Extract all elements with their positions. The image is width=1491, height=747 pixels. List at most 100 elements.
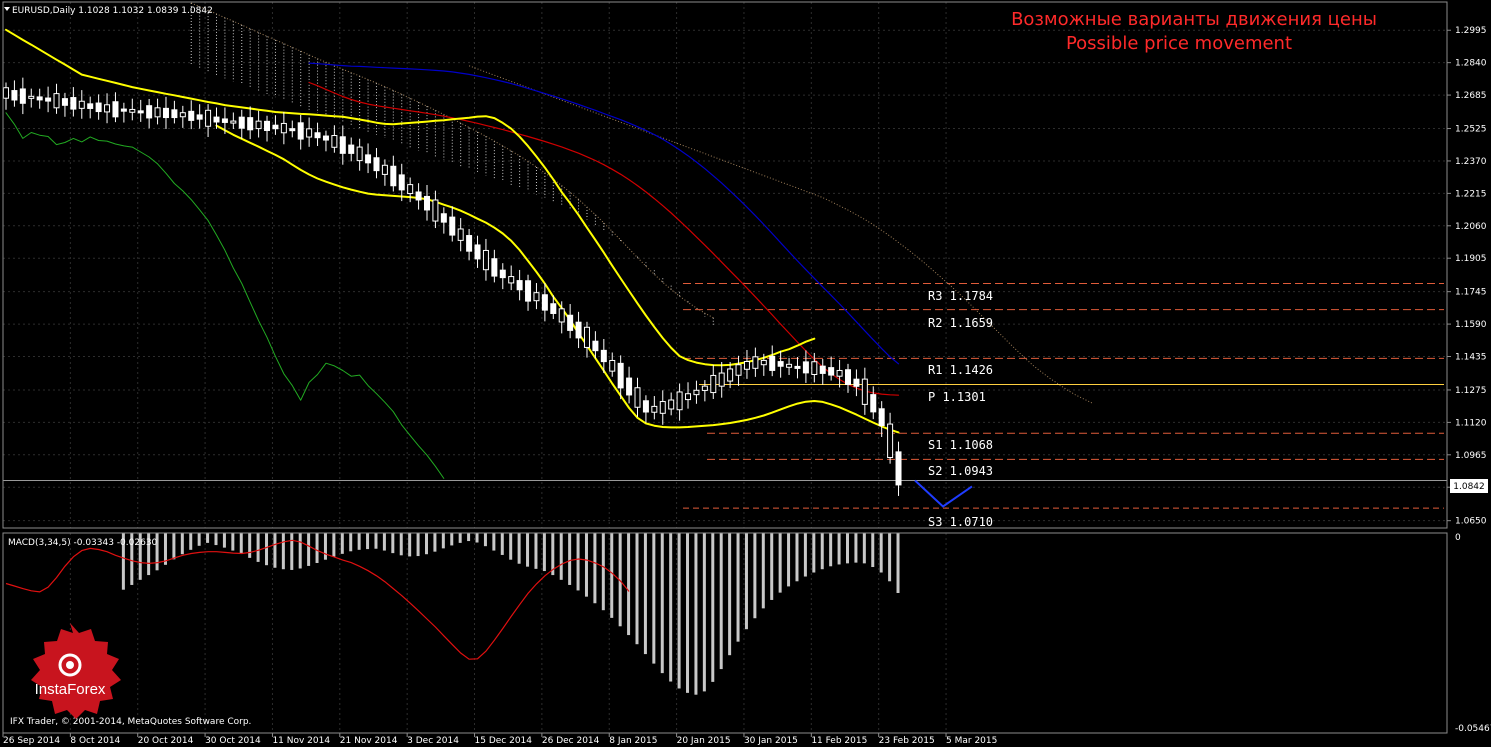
price-tick-label: 1.2685	[1455, 91, 1487, 101]
candle-body	[777, 361, 784, 367]
macd-histogram-bar	[315, 533, 319, 563]
candle-body	[19, 88, 26, 104]
candle-body	[415, 191, 422, 201]
macd-histogram-bar	[265, 533, 269, 566]
candle-body	[870, 394, 877, 413]
macd-histogram-bar	[357, 533, 361, 550]
date-tick-label: 26 Dec 2014	[542, 736, 600, 746]
macd-histogram-bar	[441, 533, 445, 549]
macd-histogram-bar	[222, 533, 226, 548]
macd-histogram-bar	[467, 533, 471, 542]
macd-histogram-bar	[526, 533, 530, 567]
candle-body	[802, 361, 809, 374]
candle-body	[348, 144, 355, 154]
price-tick-label: 1.1590	[1455, 320, 1487, 330]
candle-body	[398, 174, 405, 191]
level-s1: S1 1.1068	[928, 438, 993, 452]
candle-body	[432, 199, 439, 222]
macd-histogram-bar	[408, 533, 412, 557]
candle-body	[718, 372, 725, 387]
current-price-tag: 1.0842	[1450, 479, 1488, 493]
macd-histogram-bar	[366, 533, 370, 550]
candle-body	[61, 98, 68, 106]
macd-histogram-bar	[871, 533, 875, 568]
candle-body	[221, 118, 228, 123]
candle-body	[752, 356, 759, 369]
candle-body	[196, 114, 203, 120]
macd-histogram-bar	[382, 533, 386, 551]
candle-body	[45, 97, 52, 102]
macd-histogram-bar	[694, 533, 698, 695]
candle-body	[583, 326, 590, 348]
candle-body	[129, 108, 136, 113]
level-r1: R1 1.1426	[928, 363, 993, 377]
candle-body	[541, 294, 548, 311]
macd-histogram-bar	[197, 533, 201, 546]
macd-histogram-bar	[534, 533, 538, 569]
candle-body	[238, 116, 245, 129]
price-tick-label: 1.2525	[1455, 125, 1487, 135]
macd-histogram-bar	[728, 533, 732, 656]
macd-histogram-bar	[846, 533, 849, 564]
candle-body	[811, 361, 818, 375]
macd-histogram-bar	[778, 533, 782, 593]
macd-histogram-bar	[803, 533, 807, 577]
macd-histogram-bar	[180, 533, 184, 555]
price-tick-label: 1.1120	[1455, 418, 1487, 428]
candle-body	[558, 308, 565, 323]
macd-histogram-bar	[888, 533, 892, 582]
price-tick-label: 1.0965	[1455, 451, 1487, 461]
candle-body	[743, 361, 750, 370]
candle-body	[255, 120, 262, 130]
symbol-header: EURUSD,Daily 1.1028 1.1032 1.0839 1.0842	[12, 6, 213, 16]
candle-body	[592, 340, 599, 352]
forex-chart: 1.2995 1.2840 1.2685 1.2525 1.2370 1.2215 1.20…	[0, 0, 1491, 747]
candle-body	[626, 377, 633, 396]
candle-body	[339, 136, 346, 154]
candle-body	[162, 107, 169, 119]
candle-body	[70, 97, 77, 110]
date-tick-label: 26 Sep 2014	[3, 736, 60, 746]
candle-body	[651, 405, 658, 413]
chart-title-ru: Возможные варианты движения цены	[1011, 9, 1377, 30]
macd-histogram-bar	[492, 533, 496, 551]
date-tick-label: 30 Oct 2014	[205, 736, 261, 746]
level-p: P 1.1301	[928, 390, 986, 404]
candle-body	[314, 132, 321, 139]
candle-body	[381, 164, 388, 175]
candle-body	[11, 90, 18, 101]
macd-histogram-bar	[256, 533, 260, 562]
candle-body	[516, 280, 523, 291]
macd-histogram-bar	[323, 533, 327, 560]
macd-histogram-bar	[307, 533, 311, 566]
macd-histogram-bar	[761, 533, 765, 609]
candle-body	[407, 184, 414, 195]
candle-body	[205, 109, 212, 127]
level-r3: R3 1.1784	[928, 289, 993, 303]
macd-histogram-bar	[711, 533, 715, 682]
price-tick-label: 1.1905	[1455, 254, 1487, 264]
macd-histogram-bar	[542, 533, 546, 572]
candle-body	[390, 165, 397, 187]
copyright-text: IFX Trader, © 2001-2014, MetaQuotes Soft…	[10, 717, 251, 727]
candle-body	[457, 228, 464, 241]
macd-histogram-bar	[837, 533, 841, 565]
macd-histogram-bar	[458, 533, 462, 543]
candle-body	[819, 365, 826, 374]
candle-body	[331, 135, 338, 148]
candle-body	[264, 120, 271, 131]
macd-histogram-bar	[568, 533, 572, 585]
macd-histogram-bar	[896, 533, 900, 593]
candle-body	[104, 104, 111, 113]
candle-body	[769, 355, 776, 371]
macd-histogram-bar	[290, 533, 294, 570]
candle-body	[642, 400, 649, 413]
candle-body	[120, 108, 127, 112]
candle-body	[474, 244, 481, 260]
macd-histogram-bar	[635, 533, 639, 645]
candle-body	[188, 110, 195, 121]
candle-body	[508, 276, 515, 284]
candle-body	[112, 101, 119, 118]
macd-histogram-bar	[702, 533, 706, 692]
candle-body	[297, 122, 304, 140]
